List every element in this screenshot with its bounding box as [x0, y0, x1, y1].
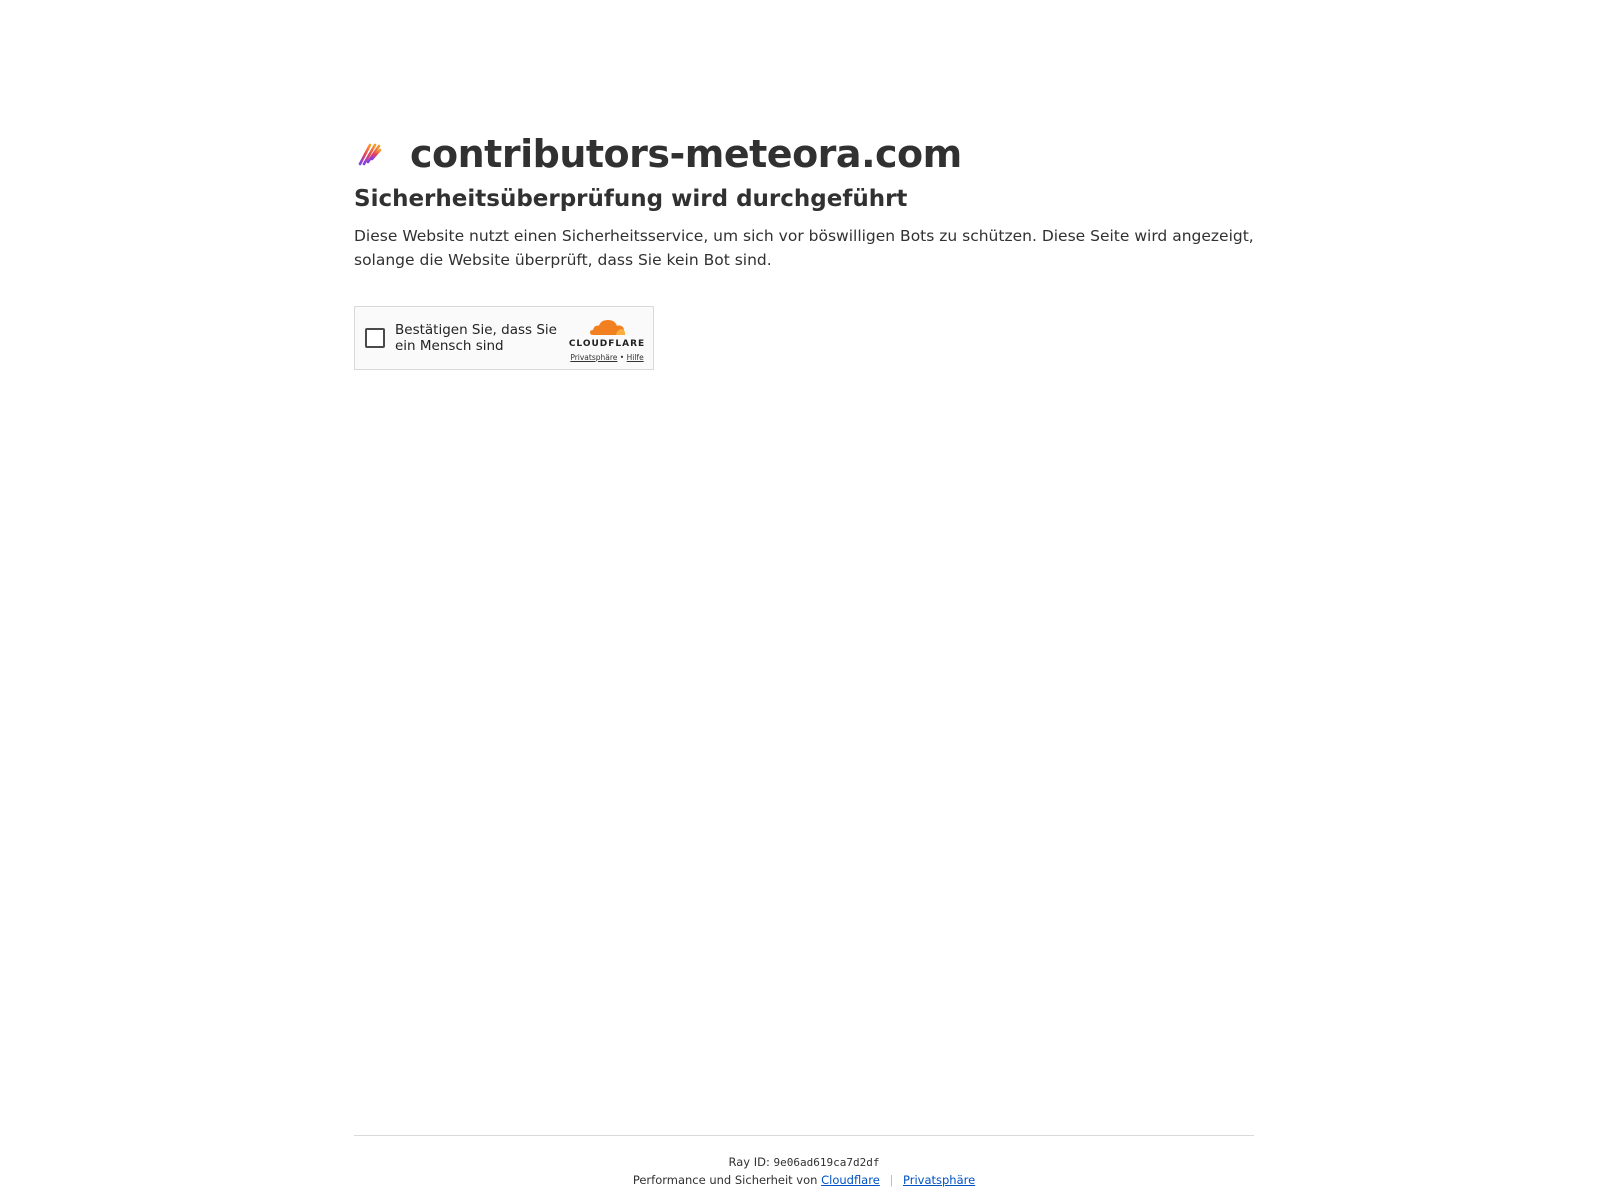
footer-privacy-link[interactable]: Privatsphäre	[903, 1173, 975, 1187]
turnstile-help-link[interactable]: Hilfe	[627, 353, 644, 362]
performance-line: Performance und Sicherheit von Cloudflar…	[354, 1172, 1254, 1188]
main-content: contributors-meteora.com Sicherheitsüber…	[354, 128, 1254, 370]
ray-id-value: 9e06ad619ca7d2df	[773, 1156, 880, 1169]
turnstile-widget: Bestätigen Sie, dass Sie ein Mensch sind…	[354, 306, 654, 370]
ray-id-label: Ray ID:	[728, 1155, 770, 1169]
cloudflare-brand: CLOUDFLARE Privatsphäre • Hilfe	[569, 317, 645, 362]
human-verification-checkbox[interactable]	[365, 328, 385, 348]
performance-text: Performance und Sicherheit von	[632, 1173, 818, 1187]
challenge-description: Diese Website nutzt einen Sicherheitsser…	[354, 227, 1254, 269]
cloudflare-link[interactable]: Cloudflare	[821, 1173, 880, 1187]
cloudflare-cloud-icon	[587, 317, 627, 341]
verification-label: Bestätigen Sie, dass Sie ein Mensch sind	[395, 322, 557, 354]
cloudflare-wordmark: CLOUDFLARE	[568, 339, 646, 349]
turnstile-privacy-link[interactable]: Privatsphäre	[570, 353, 617, 362]
page-title: Sicherheitsüberprüfung wird durchgeführt	[354, 186, 908, 212]
turnstile-link-separator: •	[619, 353, 625, 362]
site-name: contributors-meteora.com	[410, 132, 962, 176]
footer-separator: |	[889, 1173, 894, 1187]
challenge-page: contributors-meteora.com Sicherheitsüber…	[0, 0, 1600, 1200]
meteora-stripes-icon	[356, 140, 384, 168]
footer: Ray ID: 9e06ad619ca7d2df Performance und…	[354, 1135, 1254, 1188]
site-header: contributors-meteora.com	[354, 128, 1254, 180]
turnstile-links: Privatsphäre • Hilfe	[570, 353, 643, 362]
ray-id-line: Ray ID: 9e06ad619ca7d2df	[354, 1154, 1254, 1171]
